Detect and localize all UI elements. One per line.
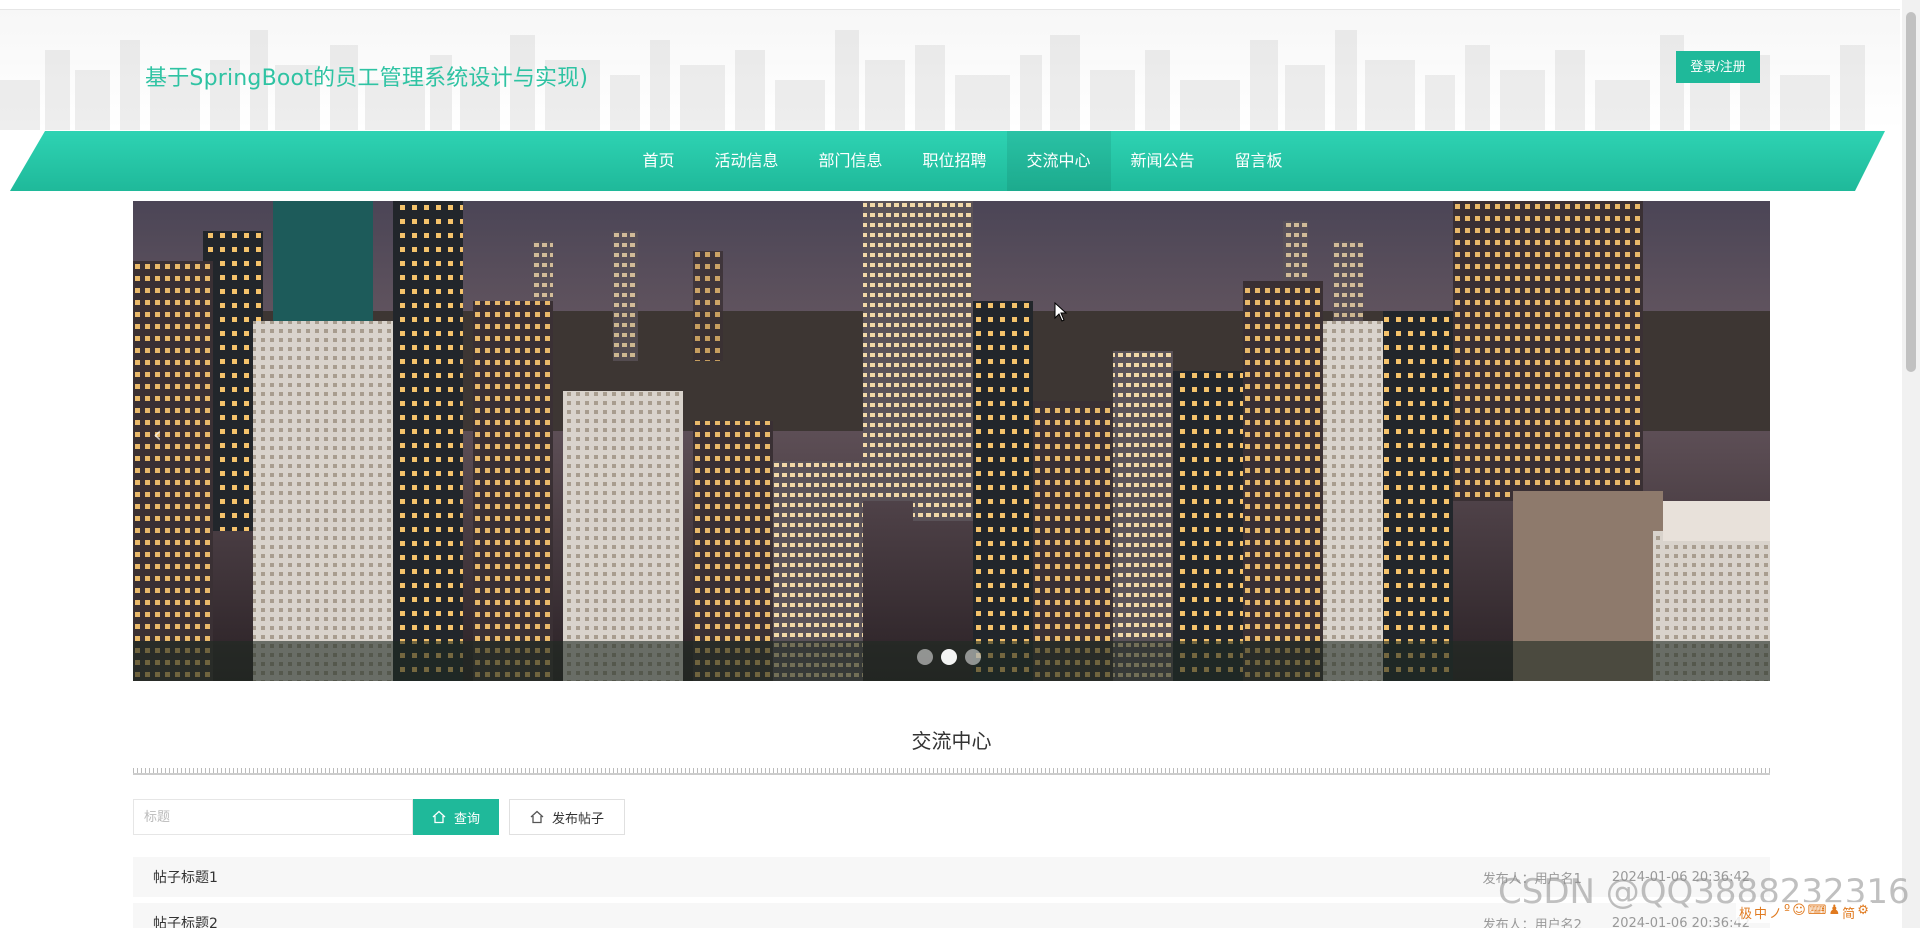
query-button-label: 查询: [453, 810, 480, 826]
section-divider: [133, 767, 1770, 775]
login-register-button[interactable]: 登录/注册: [1676, 51, 1760, 83]
nav-item-message-board[interactable]: 留言板: [1215, 131, 1303, 191]
banner-prev-arrow-icon[interactable]: ‹: [153, 423, 162, 448]
nav-item-activities[interactable]: 活动信息: [694, 131, 798, 191]
nav-item-recruitment[interactable]: 职位招聘: [902, 131, 1006, 191]
ime-icon[interactable]: ⌨: [1808, 903, 1827, 922]
ime-toolbar: 极 中 ノ º ☺ ⌨ ♟ 简 ⚙: [1736, 902, 1872, 923]
ime-icon[interactable]: ♟: [1829, 903, 1841, 922]
post-author: 发布人：用户名2: [1482, 917, 1582, 928]
home-icon: [432, 810, 446, 824]
banner-city-image: [133, 201, 1770, 681]
ime-icon[interactable]: 简: [1842, 903, 1855, 922]
top-border: [0, 0, 1900, 10]
post-date: 2024-01-06 20:36:42: [1611, 915, 1750, 928]
ime-icon[interactable]: º: [1784, 903, 1790, 922]
ime-icon[interactable]: 极: [1739, 903, 1752, 922]
scrollbar-thumb[interactable]: [1906, 12, 1916, 372]
nav-item-home[interactable]: 首页: [622, 131, 694, 191]
nav-item-departments[interactable]: 部门信息: [798, 131, 902, 191]
page-scrollbar[interactable]: [1902, 0, 1920, 928]
carousel-indicators: [917, 649, 981, 665]
site-title: 基于SpringBoot的员工管理系统设计与实现): [145, 66, 589, 91]
ime-icon[interactable]: ⚙: [1857, 903, 1869, 922]
site-header: 基于SpringBoot的员工管理系统设计与实现) 登录/注册: [0, 10, 1900, 130]
ime-icon[interactable]: ☺: [1792, 903, 1806, 922]
carousel-dot-2[interactable]: [941, 649, 957, 665]
query-button[interactable]: 查询: [413, 799, 499, 835]
nav-item-forum[interactable]: 交流中心: [1006, 131, 1111, 191]
section-title: 交流中心: [911, 729, 992, 753]
carousel-dot-3[interactable]: [965, 649, 981, 665]
new-post-button[interactable]: 发布帖子: [509, 799, 625, 835]
mouse-cursor-icon: [1054, 302, 1068, 322]
ime-icon[interactable]: 中: [1754, 903, 1767, 922]
main-nav-bar: 首页 活动信息 部门信息 职位招聘 交流中心 新闻公告 留言板: [10, 131, 1885, 191]
ime-icon[interactable]: ノ: [1769, 903, 1782, 922]
nav-menu: 首页 活动信息 部门信息 职位招聘 交流中心 新闻公告 留言板: [10, 131, 1885, 191]
title-search-input[interactable]: [133, 799, 413, 835]
home-icon: [530, 810, 544, 824]
banner-carousel[interactable]: ‹: [133, 201, 1770, 681]
carousel-dot-1[interactable]: [917, 649, 933, 665]
new-post-button-label: 发布帖子: [551, 810, 604, 826]
post-title: 帖子标题1: [153, 870, 218, 886]
post-title: 帖子标题2: [153, 916, 218, 928]
nav-item-news[interactable]: 新闻公告: [1111, 131, 1215, 191]
